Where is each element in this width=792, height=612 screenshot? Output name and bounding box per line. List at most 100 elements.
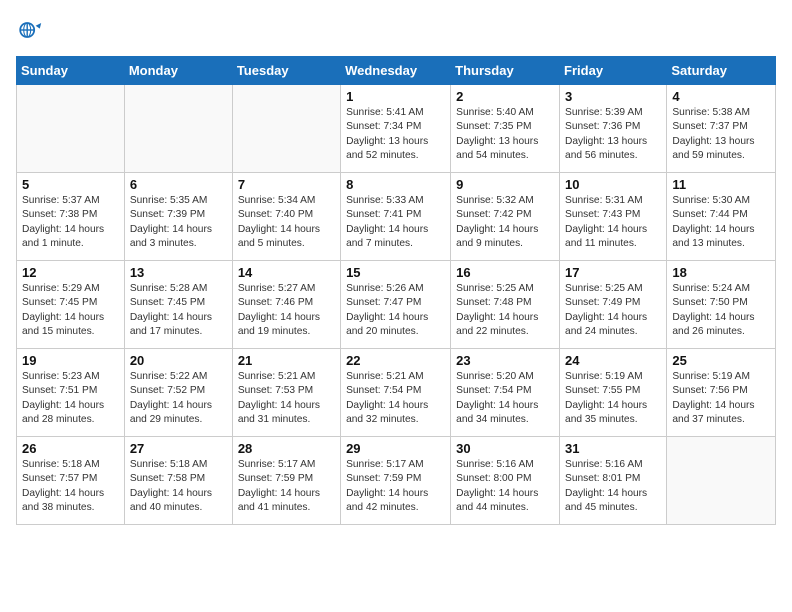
calendar-cell: 16Sunrise: 5:25 AM Sunset: 7:48 PM Dayli… [451,261,560,349]
calendar-cell [232,85,340,173]
day-info: Sunrise: 5:18 AM Sunset: 7:58 PM Dayligh… [130,458,227,515]
day-number: 23 [456,353,554,368]
day-number: 10 [565,177,661,192]
calendar-cell: 30 Sunrise: 5:16 AM Sunset: 8:00 PM Dayli… [451,437,560,525]
day-info: Sunrise: 5:31 AM Sunset: 7:43 PM Dayligh… [565,194,661,251]
day-number: 9 [456,177,554,192]
day-number: 28 [238,441,335,456]
day-info: Sunrise: 5:25 AM Sunset: 7:48 PM Dayligh… [456,282,554,339]
day-number: 29 [346,441,445,456]
day-number: 5 [22,177,119,192]
logo-icon [16,16,44,44]
day-info: Sunrise: 5:34 AM Sunset: 7:40 PM Dayligh… [238,194,335,251]
week-row-2: 5 Sunrise: 5:37 AM Sunset: 7:38 PM Daylig… [17,173,776,261]
calendar-cell: 14Sunrise: 5:27 AM Sunset: 7:46 PM Dayli… [232,261,340,349]
day-header-saturday: Saturday [667,57,776,85]
day-info: Sunrise: 5:21 AM Sunset: 7:54 PM Dayligh… [346,370,445,427]
day-number: 4 [672,89,770,104]
calendar-cell: 4 Sunrise: 5:38 AM Sunset: 7:37 PM Daylig… [667,85,776,173]
calendar-cell: 6 Sunrise: 5:35 AM Sunset: 7:39 PM Daylig… [124,173,232,261]
day-number: 13 [130,265,227,280]
day-number: 1 [346,89,445,104]
day-header-thursday: Thursday [451,57,560,85]
day-header-monday: Monday [124,57,232,85]
day-number: 2 [456,89,554,104]
day-number: 6 [130,177,227,192]
calendar-cell: 20 Sunrise: 5:22 AM Sunset: 7:52 PM Dayli… [124,349,232,437]
calendar-cell: 7 Sunrise: 5:34 AM Sunset: 7:40 PM Daylig… [232,173,340,261]
calendar-cell: 13 Sunrise: 5:28 AM Sunset: 7:45 PM Dayli… [124,261,232,349]
day-info: Sunrise: 5:21 AM Sunset: 7:53 PM Dayligh… [238,370,335,427]
day-info: Sunrise: 5:17 AM Sunset: 7:59 PM Dayligh… [238,458,335,515]
calendar-cell: 18Sunrise: 5:24 AM Sunset: 7:50 PM Dayli… [667,261,776,349]
day-info: Sunrise: 5:18 AM Sunset: 7:57 PM Dayligh… [22,458,119,515]
calendar-cell [124,85,232,173]
day-number: 22 [346,353,445,368]
day-info: Sunrise: 5:16 AM Sunset: 8:00 PM Dayligh… [456,458,554,515]
day-info: Sunrise: 5:32 AM Sunset: 7:42 PM Dayligh… [456,194,554,251]
calendar-cell: 31 Sunrise: 5:16 AM Sunset: 8:01 PM Dayli… [560,437,667,525]
day-number: 25 [672,353,770,368]
day-header-tuesday: Tuesday [232,57,340,85]
calendar-cell: 12 Sunrise: 5:29 AM Sunset: 7:45 PM Dayli… [17,261,125,349]
week-row-3: 12 Sunrise: 5:29 AM Sunset: 7:45 PM Dayli… [17,261,776,349]
day-info: Sunrise: 5:25 AM Sunset: 7:49 PM Dayligh… [565,282,661,339]
day-info: Sunrise: 5:33 AM Sunset: 7:41 PM Dayligh… [346,194,445,251]
calendar-cell: 1Sunrise: 5:41 AM Sunset: 7:34 PM Daylig… [341,85,451,173]
day-number: 21 [238,353,335,368]
day-info: Sunrise: 5:28 AM Sunset: 7:45 PM Dayligh… [130,282,227,339]
day-number: 27 [130,441,227,456]
day-info: Sunrise: 5:29 AM Sunset: 7:45 PM Dayligh… [22,282,119,339]
calendar-cell: 10 Sunrise: 5:31 AM Sunset: 7:43 PM Dayli… [560,173,667,261]
calendar-cell: 5 Sunrise: 5:37 AM Sunset: 7:38 PM Daylig… [17,173,125,261]
calendar-cell: 11 Sunrise: 5:30 AM Sunset: 7:44 PM Dayli… [667,173,776,261]
week-row-1: 1Sunrise: 5:41 AM Sunset: 7:34 PM Daylig… [17,85,776,173]
day-info: Sunrise: 5:16 AM Sunset: 8:01 PM Dayligh… [565,458,661,515]
calendar-cell: 28 Sunrise: 5:17 AM Sunset: 7:59 PM Dayli… [232,437,340,525]
logo [16,16,48,44]
calendar-cell: 17Sunrise: 5:25 AM Sunset: 7:49 PM Dayli… [560,261,667,349]
day-info: Sunrise: 5:35 AM Sunset: 7:39 PM Dayligh… [130,194,227,251]
day-number: 8 [346,177,445,192]
day-info: Sunrise: 5:38 AM Sunset: 7:37 PM Dayligh… [672,106,770,163]
week-row-5: 26 Sunrise: 5:18 AM Sunset: 7:57 PM Dayli… [17,437,776,525]
days-header-row: SundayMondayTuesdayWednesdayThursdayFrid… [17,57,776,85]
day-number: 7 [238,177,335,192]
day-info: Sunrise: 5:23 AM Sunset: 7:51 PM Dayligh… [22,370,119,427]
day-info: Sunrise: 5:19 AM Sunset: 7:55 PM Dayligh… [565,370,661,427]
day-info: Sunrise: 5:19 AM Sunset: 7:56 PM Dayligh… [672,370,770,427]
day-info: Sunrise: 5:26 AM Sunset: 7:47 PM Dayligh… [346,282,445,339]
day-number: 14 [238,265,335,280]
calendar-cell: 15 Sunrise: 5:26 AM Sunset: 7:47 PM Dayli… [341,261,451,349]
day-info: Sunrise: 5:20 AM Sunset: 7:54 PM Dayligh… [456,370,554,427]
day-number: 24 [565,353,661,368]
calendar-cell: 19 Sunrise: 5:23 AM Sunset: 7:51 PM Dayli… [17,349,125,437]
calendar-cell [17,85,125,173]
calendar-table: SundayMondayTuesdayWednesdayThursdayFrid… [16,56,776,525]
calendar-cell: 3Sunrise: 5:39 AM Sunset: 7:36 PM Daylig… [560,85,667,173]
day-info: Sunrise: 5:22 AM Sunset: 7:52 PM Dayligh… [130,370,227,427]
calendar-cell: 29 Sunrise: 5:17 AM Sunset: 7:59 PM Dayli… [341,437,451,525]
day-info: Sunrise: 5:17 AM Sunset: 7:59 PM Dayligh… [346,458,445,515]
day-number: 11 [672,177,770,192]
day-number: 30 [456,441,554,456]
day-number: 26 [22,441,119,456]
page-header [16,16,776,44]
day-number: 12 [22,265,119,280]
calendar-cell: 8 Sunrise: 5:33 AM Sunset: 7:41 PM Daylig… [341,173,451,261]
calendar-cell: 9 Sunrise: 5:32 AM Sunset: 7:42 PM Daylig… [451,173,560,261]
calendar-cell: 26 Sunrise: 5:18 AM Sunset: 7:57 PM Dayli… [17,437,125,525]
day-number: 18 [672,265,770,280]
day-info: Sunrise: 5:37 AM Sunset: 7:38 PM Dayligh… [22,194,119,251]
week-row-4: 19 Sunrise: 5:23 AM Sunset: 7:51 PM Dayli… [17,349,776,437]
day-info: Sunrise: 5:30 AM Sunset: 7:44 PM Dayligh… [672,194,770,251]
day-number: 19 [22,353,119,368]
calendar-cell: 27 Sunrise: 5:18 AM Sunset: 7:58 PM Dayli… [124,437,232,525]
calendar-cell: 23 Sunrise: 5:20 AM Sunset: 7:54 PM Dayli… [451,349,560,437]
day-header-friday: Friday [560,57,667,85]
calendar-cell: 21 Sunrise: 5:21 AM Sunset: 7:53 PM Dayli… [232,349,340,437]
day-number: 15 [346,265,445,280]
day-number: 20 [130,353,227,368]
day-number: 31 [565,441,661,456]
day-info: Sunrise: 5:39 AM Sunset: 7:36 PM Dayligh… [565,106,661,163]
